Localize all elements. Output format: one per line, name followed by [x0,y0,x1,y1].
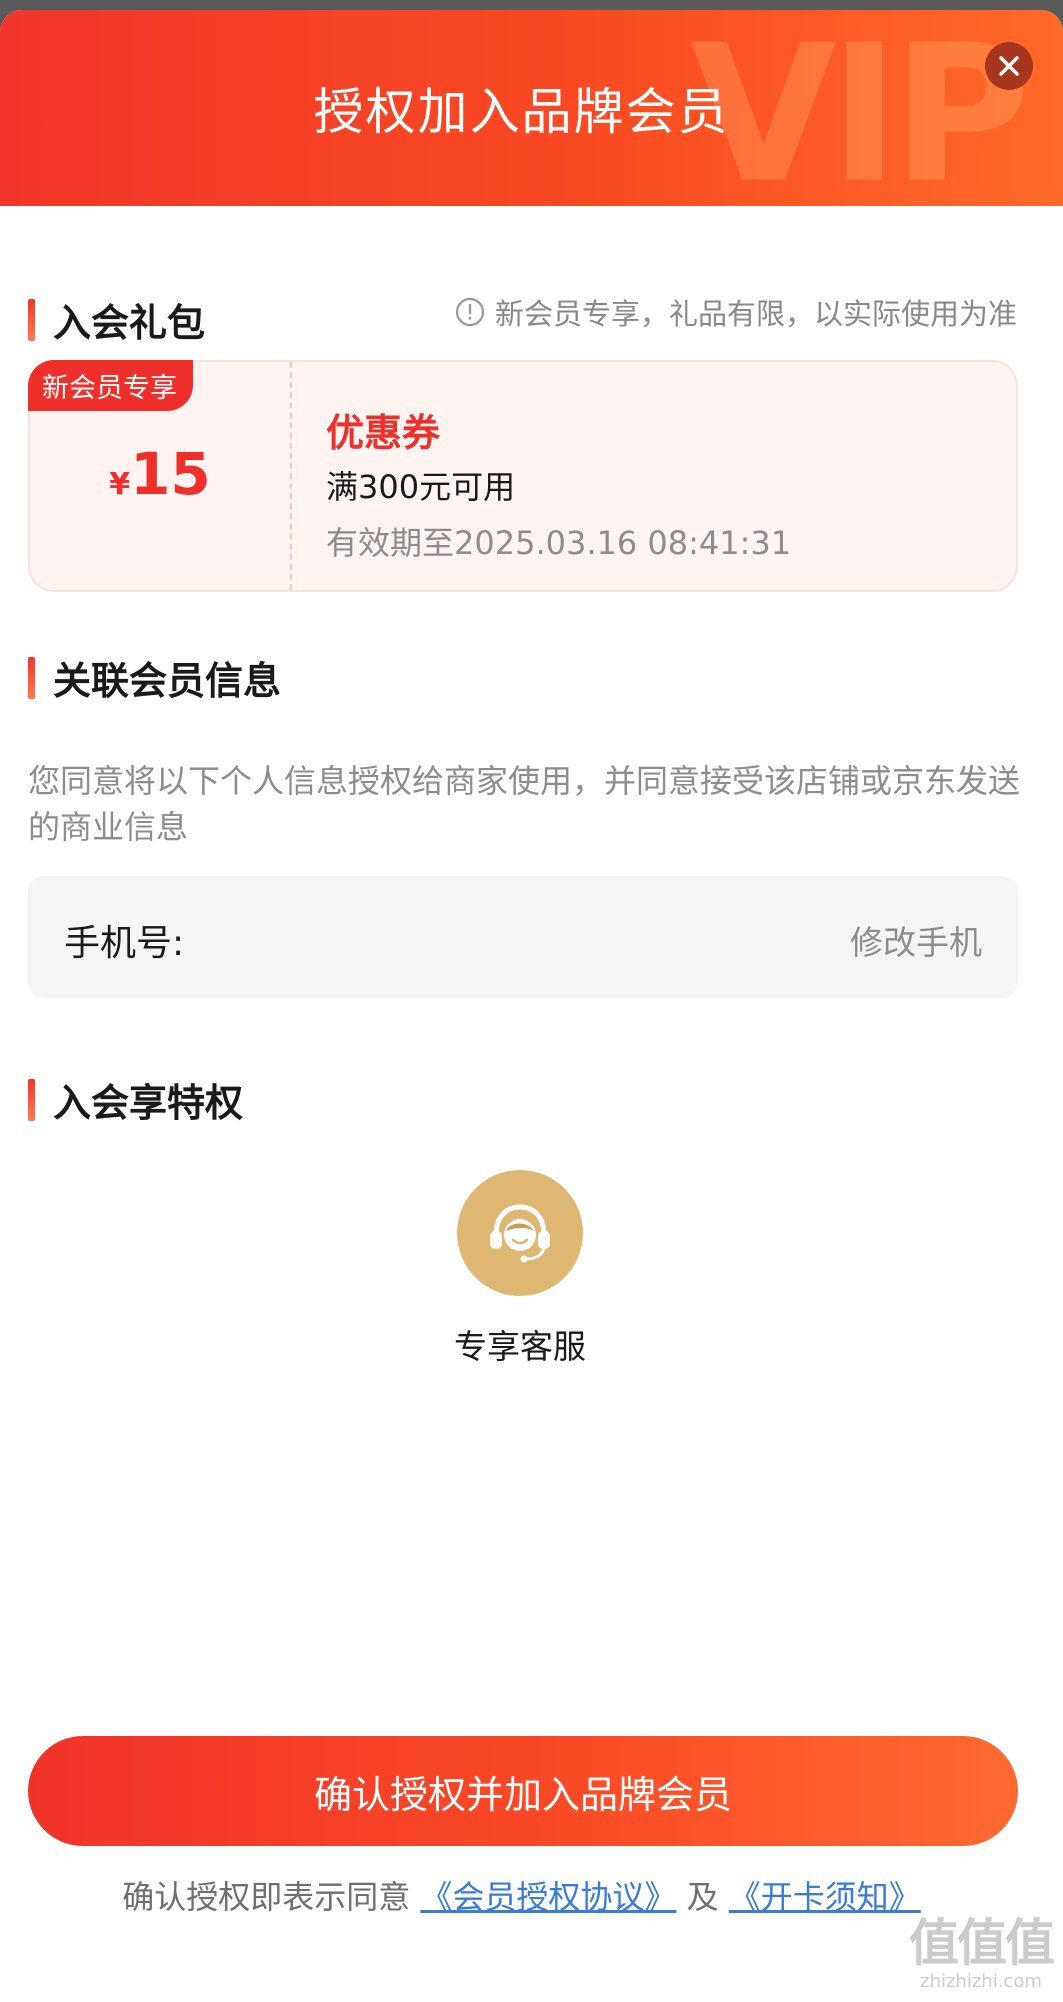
agreement-prefix: 确认授权即表示同意 [122,1878,411,1916]
customer-service-icon [457,1170,583,1296]
coupon-title: 优惠券 [326,411,441,455]
page-title: 授权加入品牌会员 [313,83,730,141]
confirm-join-button[interactable]: 确认授权并加入品牌会员 [28,1736,1018,1846]
member-agreement-link[interactable]: 《会员授权协议》 [420,1878,676,1916]
card-notice-link[interactable]: 《开卡须知》 [729,1878,921,1916]
watermark-site: zhizhizhi.com [920,1971,1042,1992]
privilege-item[interactable]: 专享客服 [420,1170,620,1368]
member-info-title: 关联会员信息 [53,659,282,703]
member-info-heading: 关联会员信息 [28,650,281,705]
membership-sheet: VIP 授权加入品牌会员 入会礼包 新会员专享，礼品有限，以实际使用为准 新会员… [0,10,1063,2002]
gift-note: 新会员专享，礼品有限，以实际使用为准 [455,291,1017,333]
coupon-condition: 满300元可用 [326,468,516,506]
site-watermark: 值值值 zhizhizhi.com [909,1903,1055,1992]
coupon-divider [290,362,292,590]
gift-section-heading: 入会礼包 [28,292,205,347]
coupon-expiry: 有效期至2025.03.16 08:41:31 [326,524,792,562]
agreement-footer: 确认授权即表示同意 《会员授权协议》 及 《开卡须知》 [0,1872,1043,1918]
privilege-heading: 入会享特权 [28,1072,243,1127]
gift-note-text: 新会员专享，礼品有限，以实际使用为准 [494,297,1017,331]
section-accent-bar [28,656,35,699]
phone-row: 手机号: 修改手机 [28,876,1018,998]
agreement-connector: 及 [686,1878,719,1916]
modify-phone-link[interactable]: 修改手机 [850,916,982,964]
new-member-badge: 新会员专享 [28,360,193,411]
section-accent-bar [28,298,35,341]
coupon-card[interactable]: 新会员专享 ¥15 优惠券 满300元可用 有效期至2025.03.16 08:… [28,360,1018,592]
consent-text: 您同意将以下个人信息授权给商家使用，并同意接受该店铺或京东发送的商业信息 [28,762,1021,846]
currency-symbol: ¥ [109,467,131,502]
privilege-title: 入会享特权 [53,1081,244,1125]
gift-section-title: 入会礼包 [53,301,206,345]
watermark-logo: 值值值 [909,1914,1055,1972]
section-accent-bar [28,1078,35,1121]
info-icon [455,297,485,327]
privilege-label: 专享客服 [454,1327,586,1366]
close-icon [999,56,1019,76]
phone-label: 手机号: [64,923,185,964]
coupon-value: 15 [130,440,211,508]
close-button[interactable] [985,42,1033,90]
coupon-amount: ¥15 [30,440,290,508]
header: VIP 授权加入品牌会员 [0,10,1063,210]
